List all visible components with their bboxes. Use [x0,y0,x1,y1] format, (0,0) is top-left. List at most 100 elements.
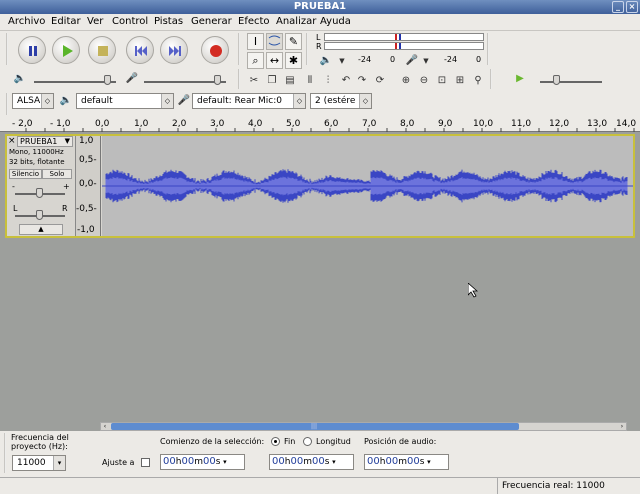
undo-icon[interactable]: ↶ [338,73,354,89]
draw-tool-icon[interactable]: ✎ [285,33,302,50]
menu-control[interactable]: Control [112,16,148,27]
trim-icon[interactable]: ⫴ [302,73,318,89]
selection-tool-icon[interactable]: I [247,33,264,50]
snap-to-checkbox[interactable] [141,458,150,467]
menu-ver[interactable]: Ver [87,16,103,27]
sync-lock-icon[interactable]: ⟳ [372,73,388,89]
vertical-ruler[interactable]: 1,0 0,5- 0,0- -0,5- -1,0 [76,136,101,236]
gain-thumb[interactable] [36,188,43,198]
paste-icon[interactable]: ▤ [282,73,298,89]
chevron-down-icon: ▾ [53,456,65,470]
meter-menu-arrow-icon[interactable]: ▼ [334,53,350,69]
project-rate-select[interactable]: 11000 ▾ [12,455,66,471]
record-button[interactable] [201,36,229,64]
track-name-menu[interactable]: PRUEBA1 ▼ [17,136,73,147]
scrollbar-grip: ||| [311,423,318,430]
pan-right-label: R [62,204,68,213]
pan-left-label: L [13,204,18,213]
vruler-label: 0,0- [79,179,97,189]
pause-button[interactable] [18,36,46,64]
skip-end-button[interactable] [160,36,188,64]
status-bar: Frecuencia real: 11000 [0,477,640,494]
ruler-tick-label: - 2,0 [12,119,33,129]
zoom-toggle-icon[interactable]: ⚲ [470,73,486,89]
skip-end-icon [169,46,181,56]
audio-position-time[interactable]: 00h00m00s ▾ [364,454,449,470]
solo-button[interactable]: Solo [42,169,72,179]
silence-icon[interactable]: ⫶ [320,73,336,89]
snap-to-label: Ajuste a [102,458,135,467]
input-device-select[interactable]: default: Rear Mic:0 ◇ [192,93,306,109]
ruler-tick-label: 1,0 [134,119,149,129]
output-volume-icon: 🔈 [13,73,27,84]
multi-tool-icon[interactable]: ✱ [285,52,302,69]
toolbar-grip[interactable] [6,33,8,65]
input-channels-select[interactable]: 2 (estére ◇ [310,93,372,109]
minimize-button[interactable]: _ [612,1,624,13]
track-name: PRUEBA1 [20,137,58,146]
collapse-track-button[interactable]: ▲ [19,224,63,235]
stop-icon [98,46,108,56]
fit-selection-icon[interactable]: ⊡ [434,73,450,89]
chevron-down-icon: ◇ [359,94,371,108]
fit-project-icon[interactable]: ⊞ [452,73,468,89]
gain-minus-label: - [12,182,15,191]
scrollbar-thumb[interactable]: ||| [111,423,519,430]
title-bar: PRUEBA1 _ × [0,0,640,14]
play-at-speed-icon[interactable]: ▶ [512,71,528,87]
menu-editar[interactable]: Editar [51,16,81,27]
envelope-tool-icon[interactable] [266,33,283,50]
skip-start-button[interactable] [126,36,154,64]
output-device-value: default [81,96,113,106]
toolbar-separator [306,33,308,65]
length-radio[interactable] [303,437,312,446]
ruler-tick-label: 11,0 [511,119,532,129]
scroll-right-arrow-icon[interactable]: › [618,423,626,430]
play-speed-thumb[interactable] [553,75,560,85]
output-volume-thumb[interactable] [104,75,111,85]
cut-icon[interactable]: ✂ [246,73,262,89]
pan-thumb[interactable] [36,210,43,220]
horizontal-scrollbar[interactable]: ‹ ||| › [100,422,627,431]
gain-plus-label: + [63,182,70,191]
scroll-left-arrow-icon[interactable]: ‹ [101,423,109,430]
meter-right-label: R [316,42,322,51]
waveform-canvas[interactable] [102,136,633,236]
selection-toolbar: Frecuencia del proyecto (Hz): 11000 ▾ Aju… [0,431,640,477]
menu-generar[interactable]: Generar [191,16,232,27]
menu-analizar[interactable]: Analizar [276,16,316,27]
mute-button[interactable]: Silencio [9,169,42,179]
close-window-button[interactable]: × [626,1,638,13]
menu-pistas[interactable]: Pistas [154,16,183,27]
selection-end-time[interactable]: 00h00m00s ▾ [269,454,354,470]
output-device-select[interactable]: default ◇ [76,93,174,109]
menu-archivo[interactable]: Archivo [8,16,45,27]
play-button[interactable] [52,36,80,64]
menu-efecto[interactable]: Efecto [238,16,270,27]
selection-start-time[interactable]: 00h00m00s ▾ [160,454,245,470]
zoom-out-icon[interactable]: ⊖ [416,73,432,89]
meter-menu-arrow-icon[interactable]: ▼ [418,53,434,69]
ruler-tick-label: 8,0 [400,119,415,129]
copy-icon[interactable]: ❐ [264,73,280,89]
toolbar-grip[interactable] [6,93,8,115]
track-close-button[interactable]: × [8,137,16,146]
timeshift-tool-icon[interactable]: ↔ [266,52,283,69]
audio-host-select[interactable]: ALSA ◇ [12,93,54,109]
end-radio-label: Fin [284,437,296,446]
timeline-ruler[interactable]: - 2,0 - 1,0 0,0 1,0 2,0 3,0 4,0 5,0 6,0 … [0,118,640,132]
zoom-in-icon[interactable]: ⊕ [398,73,414,89]
redo-icon[interactable]: ↷ [354,73,370,89]
menu-ayuda[interactable]: Ayuda [320,16,351,27]
project-rate-label: Frecuencia del proyecto (Hz): [11,433,69,451]
ruler-tick-label: 13,0 [587,119,608,129]
input-device-value: default: Rear Mic:0 [197,96,282,106]
stop-button[interactable] [88,36,116,64]
zoom-tool-icon[interactable]: ⌕ [247,52,264,69]
play-speed-slider[interactable] [540,81,602,83]
speaker-meter-icon[interactable]: 🔈 [318,53,334,69]
toolbar-grip[interactable] [4,433,6,473]
input-volume-thumb[interactable] [214,75,221,85]
selection-start-label: Comienzo de la selección: [160,437,265,446]
end-radio[interactable] [271,437,280,446]
